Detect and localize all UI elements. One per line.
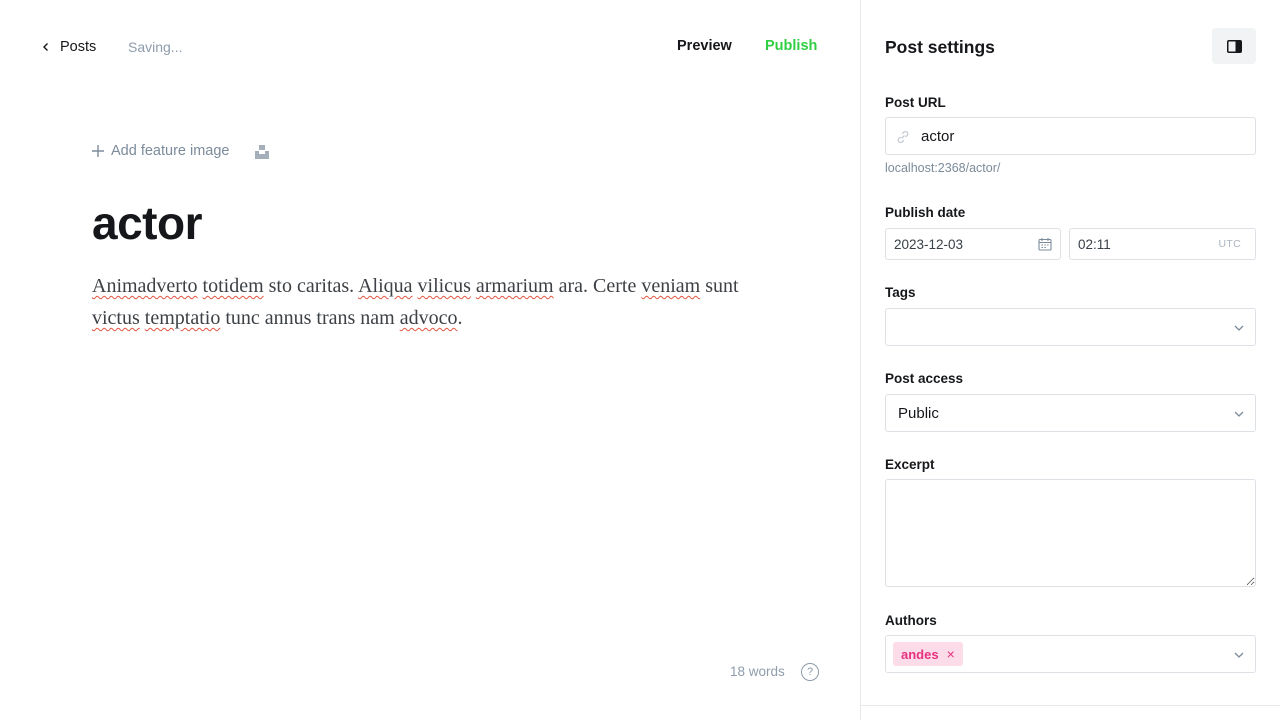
plus-icon [92, 145, 104, 157]
post-body[interactable]: Animadverto totidem sto caritas. Aliqua … [92, 270, 782, 334]
misspelled-word: veniam [641, 275, 701, 297]
publish-time-input[interactable] [1078, 229, 1198, 259]
word-count: 18 words [730, 664, 785, 679]
publish-button[interactable]: Publish [765, 38, 817, 54]
misspelled-word: temptatio [144, 307, 221, 329]
post-settings-panel: Post settings Post URL localhost:2368/ac… [860, 0, 1280, 720]
body-text: sunt [700, 275, 739, 297]
tags-select[interactable] [885, 308, 1256, 346]
body-text: ara. Certe [553, 275, 642, 297]
body-text: tunc annus trans nam [220, 307, 400, 329]
calendar-icon[interactable] [1038, 237, 1052, 251]
post-url-label: Post URL [885, 95, 946, 110]
post-title[interactable]: actor [92, 196, 202, 250]
tags-label: Tags [885, 285, 916, 300]
unsplash-icon [255, 145, 269, 159]
editor-topbar: Posts Saving... Preview Publish [0, 0, 860, 94]
post-url-input[interactable] [921, 118, 1241, 154]
misspelled-word: Animadverto [92, 275, 198, 297]
post-url-field [885, 117, 1256, 155]
misspelled-word: advoco [399, 307, 458, 329]
authors-select[interactable]: andes × [885, 635, 1256, 673]
author-chip: andes × [893, 642, 963, 666]
editor-pane: Posts Saving... Preview Publish Add feat… [0, 0, 860, 720]
authors-label: Authors [885, 613, 937, 628]
post-access-select[interactable]: Public [885, 394, 1256, 432]
help-icon[interactable]: ? [801, 663, 819, 681]
back-link-label: Posts [60, 39, 97, 55]
timezone-label: UTC [1218, 238, 1241, 250]
misspelled-word: victus [92, 307, 140, 329]
chevron-left-icon [42, 38, 52, 56]
close-icon[interactable]: × [947, 647, 955, 661]
settings-title: Post settings [885, 37, 995, 57]
excerpt-label: Excerpt [885, 457, 935, 472]
chevron-down-icon [1234, 325, 1244, 331]
save-status: Saving... [128, 39, 183, 55]
add-feature-image-button[interactable]: Add feature image [91, 143, 230, 159]
author-chip-name: andes [901, 646, 939, 662]
misspelled-word: vilicus [417, 275, 471, 297]
sidebar-toggle-button[interactable] [1212, 28, 1256, 64]
post-url-hint: localhost:2368/actor/ [885, 161, 1001, 175]
post-access-label: Post access [885, 371, 964, 386]
excerpt-textarea[interactable] [885, 479, 1256, 587]
back-to-posts-link[interactable]: Posts [42, 38, 96, 56]
misspelled-word: totidem [202, 275, 264, 297]
post-access-value: Public [898, 405, 939, 422]
chevron-down-icon [1234, 652, 1244, 658]
body-text: sto caritas. [263, 275, 359, 297]
misspelled-word: Aliqua [358, 275, 413, 297]
unsplash-button[interactable] [254, 144, 270, 160]
preview-button[interactable]: Preview [677, 38, 732, 54]
sidebar-toggle-icon [1226, 39, 1242, 53]
publish-date-input[interactable] [894, 229, 1024, 259]
body-text: . [457, 307, 463, 329]
publish-time-field: UTC [1069, 228, 1256, 260]
link-icon [897, 130, 909, 144]
publish-date-label: Publish date [885, 205, 966, 220]
divider [861, 705, 1280, 706]
misspelled-word: armarium [475, 275, 554, 297]
add-feature-image-label: Add feature image [111, 143, 230, 159]
publish-date-field [885, 228, 1061, 260]
chevron-down-icon [1234, 411, 1244, 417]
